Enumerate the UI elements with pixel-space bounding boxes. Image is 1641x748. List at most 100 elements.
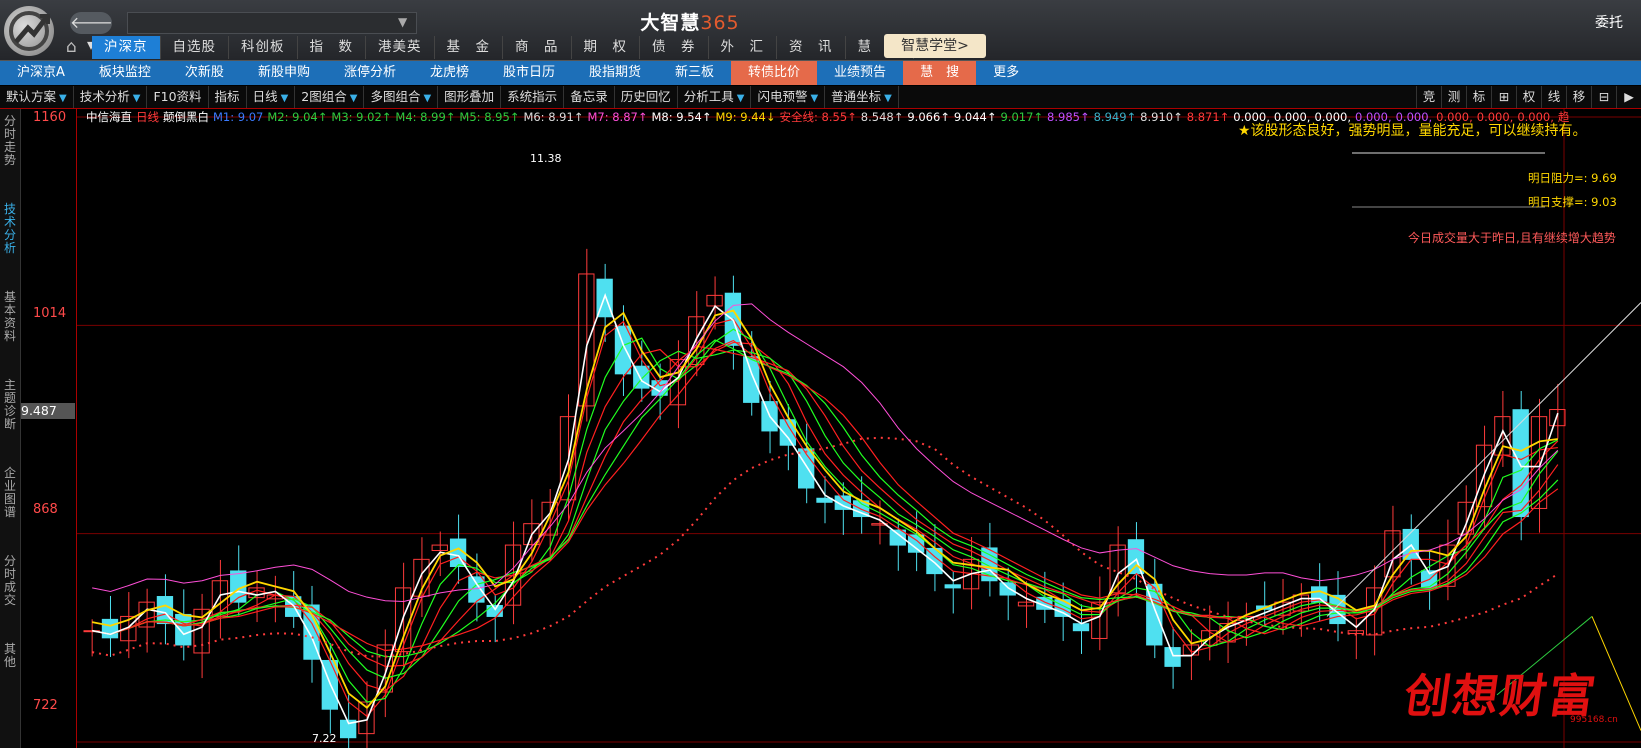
- menu-item-10[interactable]: 资 讯: [777, 36, 846, 59]
- app-logo[interactable]: [4, 6, 54, 56]
- toolbar-item-0[interactable]: 默认方案 ▼: [0, 86, 74, 108]
- candle-body: [101, 618, 119, 639]
- side-tab-6[interactable]: 其他: [2, 643, 18, 669]
- indicator-value-0: 中信海直: [86, 110, 132, 124]
- dropdown-arrow-icon[interactable]: ▼: [884, 93, 892, 104]
- trend-line-up: [1326, 302, 1641, 617]
- smart-school-button[interactable]: 智慧学堂>: [884, 34, 986, 58]
- indicator-value-14: 9.066↑: [907, 110, 950, 124]
- market-tab-5[interactable]: 龙虎榜: [413, 61, 486, 85]
- side-tab-0[interactable]: 分时走势: [2, 115, 18, 167]
- toolbar-item-6[interactable]: 多图组合 ▼: [364, 86, 439, 108]
- dropdown-arrow-icon[interactable]: ▼: [59, 93, 67, 104]
- toolbar-item-12[interactable]: 闪电预警 ▼: [751, 86, 826, 108]
- toolbar-item-2[interactable]: F10资料: [147, 86, 209, 108]
- indicator-value-15: 9.044↑: [953, 110, 997, 124]
- indicator-value-20: 8.871↑: [1186, 110, 1230, 124]
- candle-body: [1164, 647, 1181, 667]
- side-tab-2[interactable]: 基本资料: [2, 291, 18, 343]
- candle-body: [614, 325, 632, 375]
- candle-body: [175, 613, 192, 646]
- menu-item-5[interactable]: 基 金: [435, 36, 503, 59]
- toolbar-item-5[interactable]: 2图组合 ▼: [295, 86, 365, 108]
- support-text: 明日支撑=: 9.03: [1528, 195, 1617, 209]
- toolbar-right-6[interactable]: 移: [1566, 86, 1591, 108]
- toolbar-item-3[interactable]: 指标: [209, 86, 247, 108]
- toolbar-right-1[interactable]: 测: [1441, 86, 1466, 108]
- toolbar-right-5[interactable]: 线: [1541, 86, 1566, 108]
- menu-item-3[interactable]: 指 数: [298, 36, 366, 59]
- indicator-value-4: M2: 9.04↑: [267, 110, 328, 124]
- toolbar-label: 分析工具: [683, 89, 734, 104]
- indicator-value-6: M4: 8.99↑: [395, 110, 456, 124]
- toolbar-item-10[interactable]: 历史回忆: [615, 86, 678, 108]
- toolbar-label: 备忘录: [570, 89, 608, 104]
- toolbar-right-7[interactable]: ⊟: [1591, 86, 1616, 108]
- market-tab-6[interactable]: 股市日历: [486, 61, 572, 85]
- dropdown-arrow-icon[interactable]: ▼: [423, 93, 431, 104]
- app-title-num: 365: [700, 12, 740, 34]
- side-tab-4[interactable]: 企业图谱: [2, 467, 18, 519]
- market-tab-0[interactable]: 沪深京A: [0, 61, 82, 85]
- toolbar-item-8[interactable]: 系统指示: [501, 86, 565, 108]
- dropdown-arrow-icon[interactable]: ▼: [281, 93, 289, 104]
- market-tab-3[interactable]: 新股申购: [241, 61, 327, 85]
- toolbar-item-1[interactable]: 技术分析 ▼: [74, 86, 148, 108]
- toolbar-label: 2图组合: [301, 89, 347, 104]
- toolbar-right-8[interactable]: ▶: [1616, 86, 1641, 108]
- menu-item-0[interactable]: 沪深京: [92, 36, 161, 59]
- toolbar-right-0[interactable]: 竞: [1416, 86, 1441, 108]
- indicator-value-11: M9: 9.44↓: [715, 110, 776, 124]
- address-field[interactable]: [127, 12, 417, 34]
- menu-item-1[interactable]: 自选股: [161, 36, 229, 59]
- dropdown-arrow-icon[interactable]: ▼: [350, 93, 358, 104]
- market-tab-10[interactable]: 业绩预告: [817, 61, 903, 85]
- market-tab-9[interactable]: 转债比价: [731, 61, 818, 85]
- toolbar-item-9[interactable]: 备忘录: [564, 86, 615, 108]
- side-tab-3[interactable]: 主题诊断: [2, 379, 18, 431]
- market-tab-2[interactable]: 次新股: [168, 61, 241, 85]
- market-tab-1[interactable]: 板块监控: [82, 61, 168, 85]
- candle-body: [999, 582, 1016, 596]
- toolbar-item-13[interactable]: 普通坐标 ▼: [825, 86, 899, 108]
- market-tab-12[interactable]: 更多: [976, 61, 1036, 85]
- indicator-value-17: 8.985↑: [1047, 110, 1090, 124]
- home-icon[interactable]: ⌂: [66, 38, 86, 56]
- price-axis: 1160 1014 868 722: [21, 109, 77, 748]
- market-tab-7[interactable]: 股指期货: [572, 61, 658, 85]
- side-tab-1[interactable]: 技术分析: [2, 203, 18, 255]
- dropdown-arrow-icon[interactable]: ▼: [737, 93, 745, 104]
- dropdown-arrow-icon[interactable]: ▼: [810, 93, 818, 104]
- market-tab-11[interactable]: 慧 搜: [903, 61, 977, 85]
- menu-item-7[interactable]: 期 权: [572, 36, 640, 59]
- entrust-button[interactable]: 委托: [1595, 12, 1623, 32]
- menu-item-9[interactable]: 外 汇: [709, 36, 777, 59]
- toolbar-item-7[interactable]: 图形叠加: [438, 86, 502, 108]
- toolbar-item-11[interactable]: 分析工具 ▼: [678, 86, 752, 108]
- candlestick-chart[interactable]: [77, 109, 1641, 748]
- market-tabs: 沪深京A 板块监控 次新股 新股申购 涨停分析 龙虎榜 股市日历 股指期货 新三板 转债比价 业绩预…: [0, 61, 1641, 85]
- dropdown-arrow-icon[interactable]: ▼: [133, 93, 141, 104]
- market-tab-8[interactable]: 新三板: [658, 61, 731, 85]
- candle-body: [743, 356, 760, 403]
- axis-label-3: 868: [33, 502, 58, 517]
- toolbar-label: 指标: [214, 89, 240, 104]
- toolbar-right-3[interactable]: ⊞: [1491, 86, 1516, 108]
- indicator-value-3: M1: 9.07: [213, 110, 264, 124]
- high-marker: 11.38: [530, 152, 562, 165]
- menu-item-8[interactable]: 债 券: [640, 36, 709, 59]
- current-price-label: 9.487: [21, 403, 75, 419]
- back-button[interactable]: 🡐 ▾: [70, 12, 113, 54]
- side-tab-5[interactable]: 分时成交: [2, 555, 18, 607]
- menu-item-4[interactable]: 港美英: [366, 36, 435, 59]
- menu-item-6[interactable]: 商 品: [503, 36, 572, 59]
- menu-item-2[interactable]: 科创板: [229, 36, 298, 59]
- market-tab-4[interactable]: 涨停分析: [327, 61, 413, 85]
- toolbar-right-2[interactable]: 标: [1466, 86, 1491, 108]
- indicator-value-12: 安全线: 8.55↑: [779, 110, 857, 124]
- chevron-down-icon[interactable]: ▼: [398, 12, 407, 32]
- indicator-value-7: M5: 8.95↑: [459, 110, 520, 124]
- volume-note: 今日成交量大于昨日,且有继续增大趋势: [1408, 231, 1616, 245]
- toolbar-item-4[interactable]: 日线 ▼: [247, 86, 296, 108]
- toolbar-right-4[interactable]: 权: [1516, 86, 1541, 108]
